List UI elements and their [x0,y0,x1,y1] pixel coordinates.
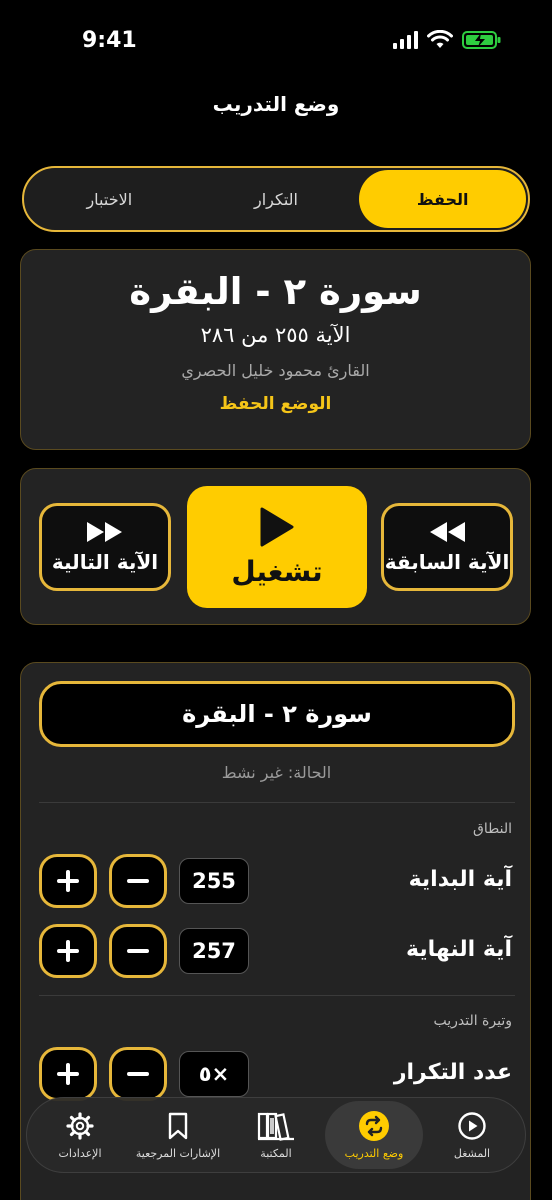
status-text: الحالة: غير نشط [221,763,332,782]
plus-icon [57,940,79,962]
playback-controls-card: الآية التالية تشغيل الآية السابقة [20,468,531,625]
divider [39,995,515,996]
current-mode: الوضع الحفظ [219,394,332,414]
rewind-icon [430,522,465,542]
tab-library[interactable]: المكتبة [227,1101,325,1169]
tab-bookmarks[interactable]: الإشارات المرجعية [129,1101,227,1169]
repeat-count-label: عدد التكرار [393,1060,512,1085]
repeat-icon [359,1111,389,1141]
reader-name: القارئ محمود خليل الحصري [181,361,370,380]
next-ayah-label: الآية التالية [51,550,159,574]
page-title: وضع التدريب [212,92,340,116]
status-bar: 9:41 [0,0,552,84]
gear-icon [66,1112,94,1140]
surah-title: سورة ٢ - البقرة [129,270,422,313]
start-ayah-increment-button[interactable] [39,854,97,908]
tab-bookmarks-label: الإشارات المرجعية [135,1147,221,1160]
tempo-section-label: وتيرة التدريب [433,1013,512,1029]
end-ayah-value: 257 [179,928,249,974]
ayah-info-card: سورة ٢ - البقرة الآية ٢٥٥ من ٢٨٦ القارئ … [20,249,531,450]
status-icons [393,30,502,50]
fast-forward-icon [87,522,122,542]
start-ayah-label: آية البداية [408,867,512,892]
segment-repeat[interactable]: التكرار [193,170,360,228]
tab-training-mode[interactable]: وضع التدريب [325,1101,423,1169]
tab-library-label: المكتبة [260,1147,292,1160]
play-label: تشغيل [231,554,323,588]
repeat-count-decrement-button[interactable] [109,1047,167,1101]
end-ayah-decrement-button[interactable] [109,924,167,978]
minus-icon [127,949,149,953]
next-ayah-button[interactable]: الآية التالية [39,503,171,591]
battery-charging-icon [462,31,501,49]
plus-icon [57,870,79,892]
end-ayah-increment-button[interactable] [39,924,97,978]
tab-bar: المشغل وضع التدريب المكتبة الإشارات المر… [26,1097,526,1173]
repeat-count-increment-button[interactable] [39,1047,97,1101]
cellular-signal-icon [393,31,418,49]
segment-test[interactable]: الاختبار [26,170,193,228]
play-icon [260,507,294,546]
repeat-count-value: ٥× [179,1051,249,1097]
plus-icon [57,1063,79,1085]
tab-settings-label: الإعدادات [58,1147,102,1160]
previous-ayah-button[interactable]: الآية السابقة [381,503,513,591]
tab-settings[interactable]: الإعدادات [31,1101,129,1169]
play-circle-icon [458,1112,486,1140]
books-icon [257,1112,294,1141]
tab-training-mode-label: وضع التدريب [344,1147,404,1160]
start-ayah-decrement-button[interactable] [109,854,167,908]
wifi-icon [427,30,453,48]
start-ayah-value: 255 [179,858,249,904]
divider [39,802,515,803]
status-time: 9:41 [82,28,137,53]
minus-icon [127,1072,149,1076]
segment-memorize[interactable]: الحفظ [359,170,526,228]
bookmark-icon [168,1112,188,1140]
range-section-label: النطاق [473,821,512,837]
end-ayah-label: آية النهاية [406,937,512,962]
surah-selector[interactable]: سورة ٢ - البقرة [39,681,515,747]
tab-player-label: المشغل [453,1147,491,1160]
tab-player[interactable]: المشغل [423,1101,521,1169]
minus-icon [127,879,149,883]
previous-ayah-label: الآية السابقة [384,550,510,574]
ayah-position: الآية ٢٥٥ من ٢٨٦ [200,323,351,347]
mode-segmented-control: الحفظ التكرار الاختبار [22,166,530,232]
play-button[interactable]: تشغيل [187,486,367,608]
